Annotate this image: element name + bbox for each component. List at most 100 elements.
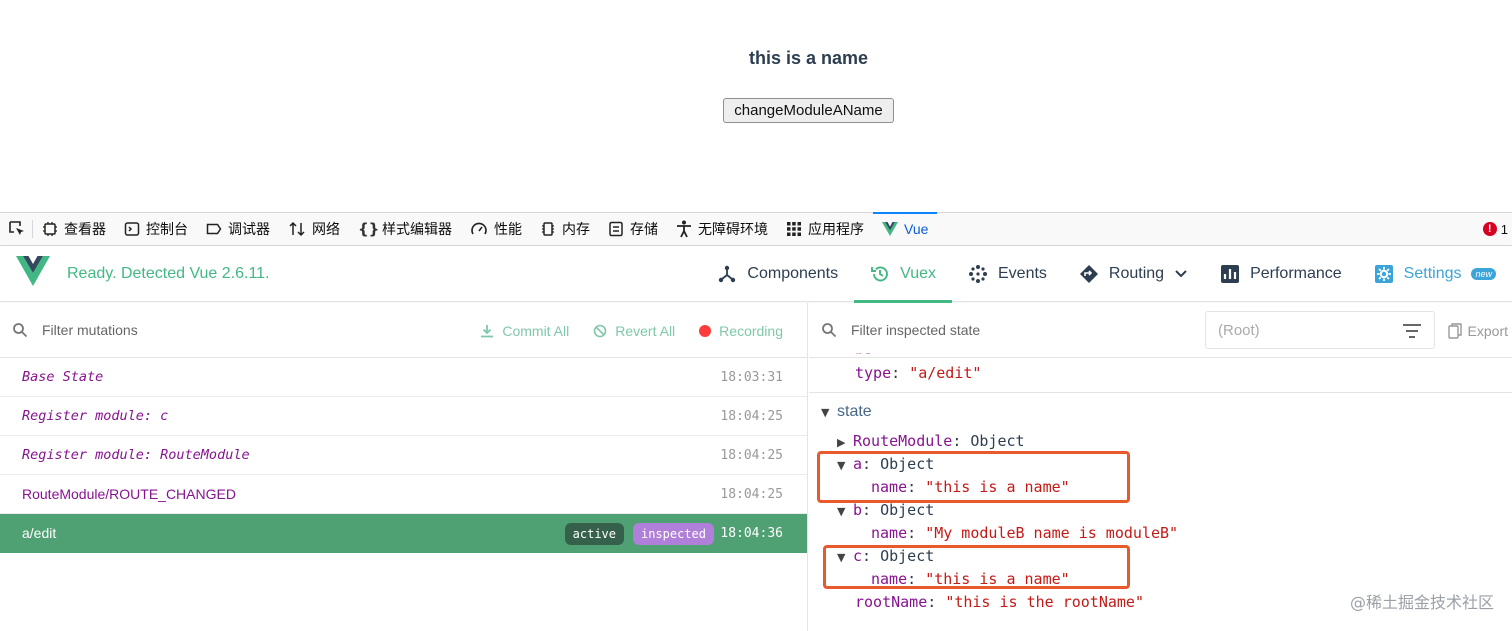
style-editor-icon: {} (358, 220, 380, 238)
mutation-name: Base State (22, 369, 104, 385)
memory-icon (542, 222, 554, 236)
vue-logo-icon (16, 256, 50, 286)
mutation-name: Register module: RouteModule (22, 447, 250, 463)
error-icon: ! (1482, 222, 1497, 236)
section-divider (809, 392, 1512, 393)
mutation-time: 18:04:36 (720, 525, 783, 541)
tab-label: Vue (904, 221, 929, 237)
filter-list-icon (1403, 324, 1421, 338)
tab-settings-label: Settings (1403, 265, 1462, 282)
error-indicator[interactable]: ! 1 (1482, 221, 1512, 237)
devtools-toolbar: 查看器 控制台 调试器 网络 {} 样式编辑器 性能 内存 存储 无障碍环境 应… (0, 212, 1512, 246)
tab-console[interactable]: 控制台 (115, 213, 197, 245)
tab-settings[interactable]: Settings new (1358, 246, 1512, 302)
list-item[interactable]: Register module: c 18:04:25 (0, 397, 807, 436)
element-picker-button[interactable] (0, 213, 32, 245)
tab-vue[interactable]: Vue (873, 212, 938, 244)
payload-line-clipped: pa (855, 346, 873, 354)
debugger-icon (206, 223, 222, 235)
tab-performance-devtools[interactable]: 性能 (461, 213, 531, 245)
new-badge: new (1471, 268, 1496, 280)
list-item[interactable]: Register module: RouteModule 18:04:25 (0, 436, 807, 475)
prop-key: name (871, 524, 908, 542)
tab-vuex-label: Vuex (900, 265, 936, 282)
mutations-filter-input[interactable] (42, 322, 362, 338)
export-button[interactable]: Export (1447, 303, 1508, 358)
tab-components[interactable]: Components (701, 246, 854, 302)
application-icon (787, 222, 801, 236)
tab-routing[interactable]: Routing (1063, 246, 1204, 302)
inspector-filter-input[interactable] (851, 322, 1171, 338)
mutations-pane: Commit All Revert All Recording Base Sta… (0, 303, 808, 631)
tab-inspector[interactable]: 查看器 (33, 213, 115, 245)
state-inspector-pane: (Root) Export pa type: "a/edit" ▼state ▶… (809, 303, 1512, 631)
root-select-value: (Root) (1218, 321, 1260, 339)
recording-label: Recording (719, 322, 783, 339)
prop-key: type (855, 364, 892, 382)
app-page: this is a name changeModuleAName (0, 0, 1512, 212)
vue-devtools-header: Ready. Detected Vue 2.6.11. Components V… (0, 246, 1512, 303)
tab-accessibility[interactable]: 无障碍环境 (667, 213, 777, 245)
tab-label: 查看器 (64, 221, 106, 237)
error-count: 1 (1500, 221, 1508, 237)
tab-vuex[interactable]: Vuex (854, 246, 952, 303)
search-icon (822, 323, 837, 338)
active-badge: active (564, 523, 624, 545)
tab-style-editor[interactable]: {} 样式编辑器 (349, 213, 461, 245)
mutation-time: 18:04:25 (720, 447, 783, 463)
page-title: this is a name (748, 48, 869, 68)
tab-label: 样式编辑器 (382, 221, 452, 237)
vue-nav: Components Vuex Events Routing Performan… (701, 246, 1512, 303)
tab-events[interactable]: Events (952, 246, 1063, 302)
highlight-box-a (817, 451, 1130, 503)
state-section-toggle[interactable]: ▼ state (821, 400, 872, 424)
record-icon (699, 324, 712, 337)
prop-type: Object (880, 501, 935, 519)
inspector-filter-bar: (Root) Export (809, 303, 1512, 358)
recording-toggle[interactable]: Recording (699, 323, 783, 339)
tab-memory[interactable]: 内存 (531, 213, 599, 245)
revert-all-button[interactable]: Revert All (593, 323, 675, 339)
caret-down-icon: ▼ (821, 406, 830, 419)
events-icon (969, 265, 987, 283)
prop-key: rootName (855, 593, 928, 611)
list-item[interactable]: Base State 18:03:31 (0, 358, 807, 397)
components-icon (719, 265, 736, 283)
mutation-time: 18:04:25 (720, 408, 783, 424)
gear-icon (1374, 265, 1393, 283)
tab-performance[interactable]: Performance (1204, 246, 1358, 302)
prop-type: Object (970, 432, 1025, 450)
prop-value: "My moduleB name is moduleB" (925, 524, 1179, 542)
commit-all-button[interactable]: Commit All (480, 323, 569, 339)
tab-debugger[interactable]: 调试器 (197, 213, 279, 245)
tree-node-root-name: rootName: "this is the rootName" (855, 593, 1144, 611)
root-select[interactable]: (Root) (1205, 311, 1435, 349)
revert-all-label: Revert All (615, 322, 676, 339)
highlight-box-c (823, 545, 1130, 589)
mutation-name: RouteModule/ROUTE_CHANGED (22, 486, 236, 502)
history-icon (871, 266, 889, 282)
tab-network[interactable]: 网络 (279, 213, 349, 245)
export-label: Export (1467, 322, 1508, 339)
download-icon (481, 324, 494, 337)
storage-icon (609, 221, 623, 237)
watermark: @稀土掘金技术社区 (1349, 593, 1494, 612)
commit-all-label: Commit All (502, 322, 570, 339)
tab-application[interactable]: 应用程序 (777, 213, 873, 245)
vue-detected-status: Ready. Detected Vue 2.6.11. (67, 265, 270, 282)
tab-storage[interactable]: 存储 (599, 213, 667, 245)
mutation-time: 18:04:25 (720, 486, 783, 502)
mutation-type-line: type: "a/edit" (855, 364, 982, 382)
tab-performance-label: Performance (1250, 265, 1342, 282)
inspected-badge: inspected (632, 523, 714, 545)
list-item[interactable]: RouteModule/ROUTE_CHANGED 18:04:25 (0, 475, 807, 514)
tab-label: 应用程序 (808, 221, 864, 237)
mutation-name: Register module: c (22, 408, 169, 424)
list-item[interactable]: a/edit active inspected 18:04:36 (0, 514, 807, 553)
vue-logo-icon (882, 222, 898, 236)
performance-chart-icon (1221, 265, 1240, 283)
prop-key: b (853, 501, 863, 519)
inspector-icon (43, 222, 57, 236)
accessibility-icon (677, 220, 691, 238)
change-module-a-name-button[interactable]: changeModuleAName (723, 98, 894, 123)
